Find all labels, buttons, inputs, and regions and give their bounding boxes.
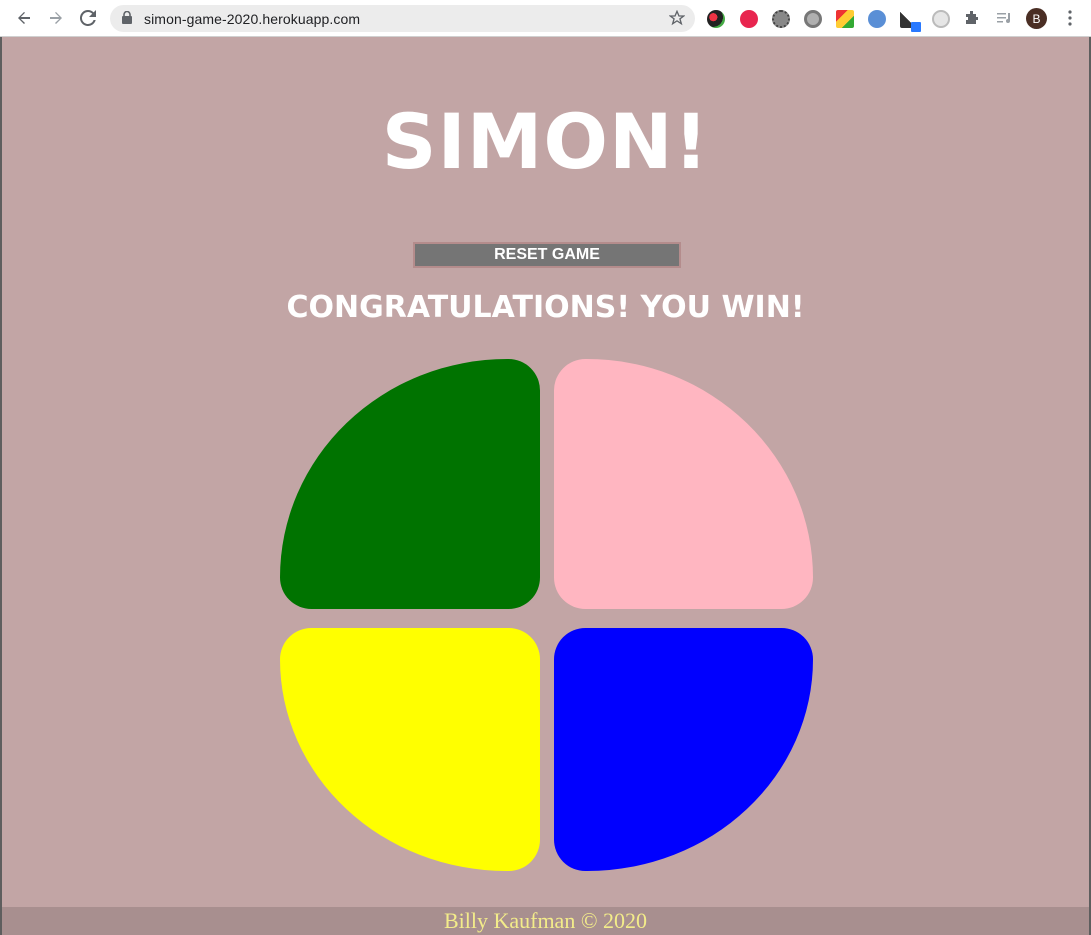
extension-blue-icon[interactable] — [868, 10, 886, 28]
menu-kebab-icon[interactable] — [1058, 6, 1082, 30]
browser-toolbar: simon-game-2020.herokuapp.com B — [0, 0, 1091, 37]
media-queue-icon[interactable] — [992, 6, 1016, 30]
profile-avatar[interactable]: B — [1026, 8, 1047, 29]
green-pad[interactable] — [280, 359, 540, 609]
footer-credit: Billy Kaufman © 2020 — [2, 907, 1089, 935]
win-message: CONGRATULATIONS! YOU WIN! — [286, 290, 805, 325]
extension-y-icon[interactable] — [740, 10, 758, 28]
extension-balls-icon[interactable] — [707, 10, 725, 28]
back-icon[interactable] — [12, 6, 36, 30]
extension-badge — [911, 22, 921, 32]
extension-gear-icon[interactable] — [772, 10, 790, 28]
extension-grid-icon[interactable] — [836, 10, 854, 28]
bookmark-star-icon[interactable] — [668, 9, 686, 31]
page-title: SIMON! — [381, 97, 710, 186]
pink-pad[interactable] — [554, 359, 813, 609]
reset-game-button[interactable]: RESET GAME — [413, 242, 681, 268]
address-bar[interactable]: simon-game-2020.herokuapp.com — [110, 5, 695, 32]
extension-c-icon[interactable] — [804, 10, 822, 28]
forward-icon[interactable] — [44, 6, 68, 30]
game-page: SIMON! RESET GAME CONGRATULATIONS! YOU W… — [2, 37, 1089, 935]
puzzle-icon[interactable] — [960, 6, 984, 30]
blue-pad[interactable] — [554, 628, 813, 871]
lock-icon — [122, 10, 132, 29]
url-text: simon-game-2020.herokuapp.com — [144, 11, 361, 27]
reload-icon[interactable] — [76, 6, 100, 30]
extension-react-icon[interactable] — [932, 10, 950, 28]
yellow-pad[interactable] — [280, 628, 540, 871]
